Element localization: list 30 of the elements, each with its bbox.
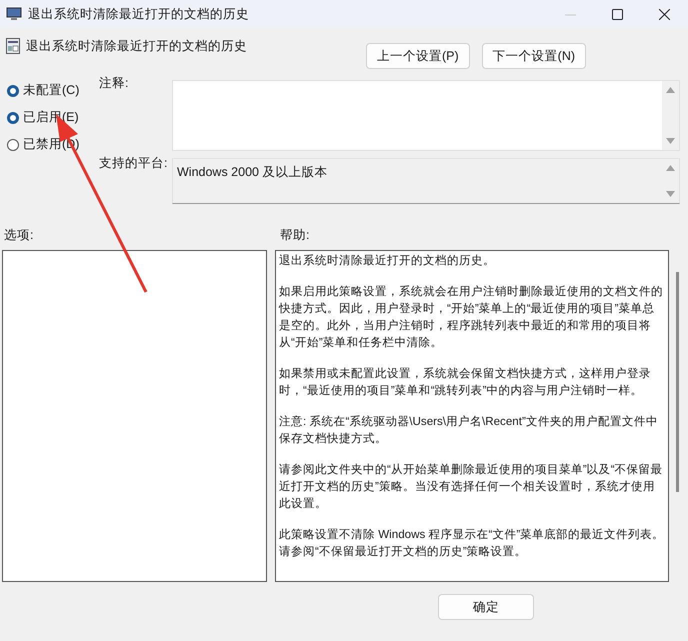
scroll-up-icon[interactable] (666, 87, 675, 93)
help-paragraph: 如果启用此策略设置，系统就会在用户注销时删除最近使用的文档文件的快捷方式。因此，用户登录时，“开始”菜单上的“最近使用的项目”菜单总是空的。此外，当用户注销时，程序跳转列表中最近的和常用的项目将从“开始”菜单和任务栏中清除。 (279, 284, 664, 351)
scrollbar-thumb[interactable] (676, 272, 679, 492)
radio-button[interactable] (7, 84, 19, 96)
scroll-down-icon[interactable] (666, 138, 675, 144)
computer-icon (6, 7, 22, 21)
maximize-icon[interactable] (612, 8, 623, 20)
radio-label[interactable]: 未配置(C) (23, 82, 80, 99)
close-icon[interactable] (659, 8, 670, 20)
help-paragraph: 退出系统时清除最近打开的文档的历史。 (279, 253, 496, 269)
comment-field[interactable] (172, 80, 680, 151)
policy-title: 退出系统时清除最近打开的文档的历史 (26, 38, 248, 55)
help-paragraph: 此策略设置不清除 Windows 程序显示在“文件”菜单底部的最近文件列表。请参阅“不保留最近打开文档的历史”策略设置。 (279, 527, 665, 560)
options-label: 选项: (3, 226, 34, 244)
null[interactable]: 上一个设置(P) (366, 43, 470, 69)
comment-label: 注释: (99, 75, 128, 92)
null[interactable]: 确定 (438, 594, 534, 620)
radio-button[interactable] (7, 112, 19, 124)
help-paragraph: 如果禁用或未配置此设置，系统就会保留文档快捷方式，这样用户登录时，“最近使用的项目”菜单和“跳转列表”中的内容与用户注销时一样。 (279, 366, 652, 399)
scroll-up-icon[interactable] (666, 165, 675, 171)
platform-label: 支持的平台: (99, 155, 168, 172)
radio-button[interactable] (7, 138, 19, 150)
platform-text: Windows 2000 及以上版本 (176, 164, 328, 181)
help-paragraph: 注意: 系统在“系统驱动器\Users\用户名\Recent”文件夹的用户配置文件中保存文档快捷方式。 (279, 414, 659, 447)
window-title: 退出系统时清除最近打开的文档的历史 (28, 6, 250, 22)
help-label: 帮助: (280, 226, 310, 244)
null[interactable]: 下一个设置(N) (482, 43, 586, 69)
scroll-down-icon[interactable] (666, 191, 675, 197)
help-paragraph: 请参阅此文件夹中的“从开始菜单删除最近使用的项目菜单”以及“不保留最近打开文档的历史”策略。当没有选择任何一个相关设置时，系统才使用此设置。 (279, 462, 664, 512)
policy-icon (6, 38, 20, 54)
